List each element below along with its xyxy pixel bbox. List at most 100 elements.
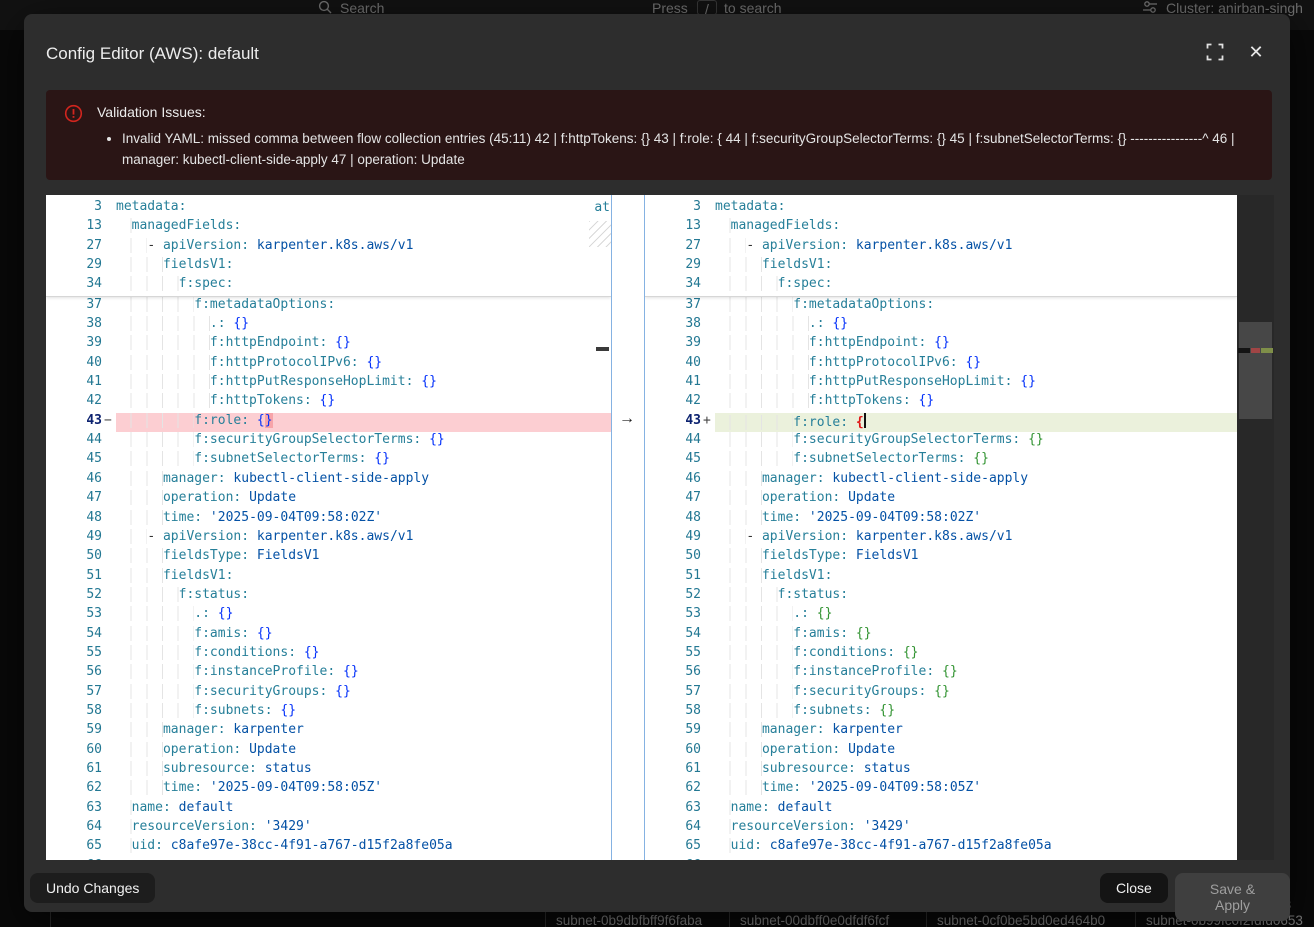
code-line: 51 fieldsV1:	[46, 568, 611, 587]
code-line: 61 subresource: status	[645, 761, 1237, 780]
diff-modified-pane[interactable]: 3metadata:13 managedFields:27 - apiVersi…	[645, 195, 1237, 860]
code-text: - apiVersion: karpenter.k8s.aws/v1	[116, 529, 611, 548]
modal-title: Config Editor (AWS): default	[46, 44, 259, 64]
code-text: resourceVersion: '3429'	[116, 819, 611, 838]
diff-original-pane[interactable]: 3metadata:13 managedFields:27 - apiVersi…	[46, 195, 611, 860]
code-text: f:subnetSelectorTerms: {}	[715, 451, 1237, 470]
line-number: 34	[46, 276, 102, 295]
scrollbar-slider[interactable]	[1239, 322, 1272, 419]
overview-ruler	[1237, 195, 1274, 860]
hidden-region-hatch	[589, 221, 611, 247]
line-number: 27	[645, 238, 701, 257]
line-number: 45	[645, 451, 701, 470]
ruler-mark-dark	[1238, 348, 1250, 353]
code-line: 3metadata:	[645, 199, 1237, 218]
code-line: 64 resourceVersion: '3429'	[645, 819, 1237, 838]
code-line: 43+ f:role: {	[645, 413, 1237, 432]
code-text: f:conditions: {}	[116, 645, 611, 664]
diff-sign	[102, 568, 116, 587]
clipped-text-fragment: at	[594, 200, 610, 215]
line-number: 48	[46, 510, 102, 529]
code-line: 59 manager: karpenter	[645, 722, 1237, 741]
line-number: 56	[46, 664, 102, 683]
diff-sign	[102, 606, 116, 625]
code-line: 63 name: default	[46, 800, 611, 819]
diff-sign	[102, 471, 116, 490]
line-number: 42	[46, 393, 102, 412]
diff-sign	[701, 606, 715, 625]
revert-arrow-icon[interactable]: →	[619, 409, 635, 428]
code-text: .: {}	[715, 606, 1237, 625]
line-number: 41	[645, 374, 701, 393]
code-line: 43− f:role: {}	[46, 413, 611, 432]
line-number: 41	[46, 374, 102, 393]
diff-sign	[102, 451, 116, 470]
line-number: 63	[645, 800, 701, 819]
code-text: f:conditions: {}	[715, 645, 1237, 664]
fullscreen-icon	[1206, 49, 1224, 64]
code-line: 54 f:amis: {}	[645, 626, 1237, 645]
code-text: operation: Update	[715, 490, 1237, 509]
code-text: f:subnets: {}	[715, 703, 1237, 722]
code-line: 45 f:subnetSelectorTerms: {}	[645, 451, 1237, 470]
diff-sign	[701, 742, 715, 761]
close-button[interactable]: ✕	[1245, 41, 1267, 63]
code-line: 65 uid: c8afe97e-38cc-4f91-a767-d15f2a8f…	[46, 838, 611, 857]
diff-sign	[102, 587, 116, 606]
diff-sign	[701, 393, 715, 412]
save-apply-button[interactable]: Save & Apply	[1175, 873, 1290, 921]
line-number: 51	[46, 568, 102, 587]
undo-changes-button[interactable]: Undo Changes	[30, 873, 155, 903]
code-text: fieldsV1:	[116, 568, 611, 587]
code-text: fieldsV1:	[116, 257, 611, 276]
code-text: f:spec:	[116, 276, 611, 295]
code-body: 37 f:metadataOptions:38 .: {}39 f:httpEn…	[46, 297, 611, 860]
diff-sign	[102, 316, 116, 335]
line-number: 13	[645, 218, 701, 237]
code-line: 41 f:httpPutResponseHopLimit: {}	[645, 374, 1237, 393]
code-text: f:status:	[715, 587, 1237, 606]
diff-sign	[102, 780, 116, 799]
line-number: 29	[46, 257, 102, 276]
line-number: 34	[645, 276, 701, 295]
code-line: 50 fieldsType: FieldsV1	[46, 548, 611, 567]
line-number: 37	[46, 297, 102, 316]
code-line: 63 name: default	[645, 800, 1237, 819]
code-text: manager: kubectl-client-side-apply	[715, 471, 1237, 490]
line-number: 60	[46, 742, 102, 761]
code-line: 59 manager: karpenter	[46, 722, 611, 741]
code-text: time: '2025-09-04T09:58:02Z'	[715, 510, 1237, 529]
code-line: 27 - apiVersion: karpenter.k8s.aws/v1	[645, 238, 1237, 257]
code-text: spec:	[116, 858, 611, 860]
line-number: 53	[645, 606, 701, 625]
diff-sign	[102, 374, 116, 393]
code-text: - apiVersion: karpenter.k8s.aws/v1	[116, 238, 611, 257]
line-number: 46	[46, 471, 102, 490]
code-line: 40 f:httpProtocolIPv6: {}	[46, 355, 611, 374]
code-line: 3metadata:	[46, 199, 611, 218]
close-footer-button[interactable]: Close	[1100, 873, 1168, 903]
diff-sign	[102, 664, 116, 683]
line-number: 62	[46, 780, 102, 799]
code-text: .: {}	[116, 606, 611, 625]
code-line: 40 f:httpProtocolIPv6: {}	[645, 355, 1237, 374]
diff-sign	[102, 761, 116, 780]
fullscreen-button[interactable]	[1204, 42, 1226, 64]
code-line: 53 .: {}	[645, 606, 1237, 625]
diff-sign	[701, 238, 715, 257]
code-line: 62 time: '2025-09-04T09:58:05Z'	[46, 780, 611, 799]
diff-sign	[701, 568, 715, 587]
diff-sign	[102, 238, 116, 257]
diff-sign	[102, 393, 116, 412]
code-text: f:securityGroups: {}	[715, 684, 1237, 703]
diff-sign: +	[701, 413, 715, 432]
code-body: 37 f:metadataOptions:38 .: {}39 f:httpEn…	[645, 297, 1237, 860]
code-line: 42 f:httpTokens: {}	[46, 393, 611, 412]
code-line: 58 f:subnets: {}	[46, 703, 611, 722]
line-number: 40	[46, 355, 102, 374]
code-line: 37 f:metadataOptions:	[645, 297, 1237, 316]
code-line: 55 f:conditions: {}	[46, 645, 611, 664]
diff-sign	[701, 316, 715, 335]
code-text: time: '2025-09-04T09:58:05Z'	[715, 780, 1237, 799]
code-line: 58 f:subnets: {}	[645, 703, 1237, 722]
